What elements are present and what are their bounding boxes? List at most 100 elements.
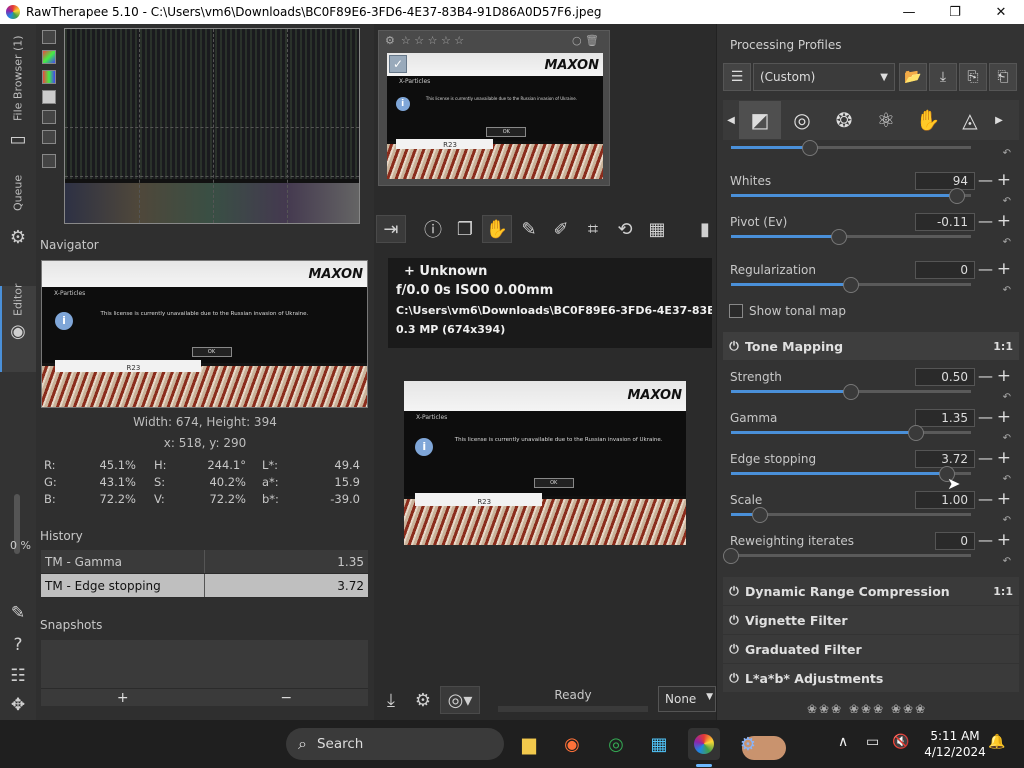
remove-snapshot-button[interactable]: −	[205, 689, 369, 706]
maximize-button[interactable]: ❐	[932, 0, 978, 24]
reset-icon[interactable]: ↶	[1003, 515, 1011, 526]
trash-icon[interactable]: ○ 🗑	[572, 34, 599, 47]
tab-raw[interactable]: ◬	[949, 101, 991, 139]
preferences-icon[interactable]: ☷	[7, 665, 29, 687]
decrease-button[interactable]: —	[978, 449, 993, 467]
histogram-raw-icon[interactable]	[42, 30, 56, 44]
reweighting-slider[interactable]	[723, 548, 971, 564]
chevron-right-icon[interactable]: ▶	[991, 101, 1007, 139]
crop-icon[interactable]: ⌗	[578, 215, 608, 243]
queue-gear-icon[interactable]: ⚙	[408, 686, 438, 714]
strength-value[interactable]: 0.50	[915, 368, 975, 386]
perspective-icon[interactable]: ▦	[642, 215, 672, 243]
highlights-slider[interactable]	[731, 140, 971, 156]
decrease-button[interactable]: —	[978, 212, 993, 230]
settings-gear-icon[interactable]: ⚙	[732, 728, 764, 760]
decrease-button[interactable]: —	[978, 408, 993, 426]
slider-knob[interactable]	[802, 140, 819, 156]
whites-slider[interactable]	[731, 188, 971, 204]
network-icon[interactable]: ▭	[866, 734, 879, 750]
reset-icon[interactable]: ↶	[1003, 474, 1011, 485]
power-icon[interactable]: ⏻	[723, 671, 745, 686]
increase-button[interactable]: +	[997, 211, 1011, 231]
decrease-button[interactable]: —	[978, 171, 993, 189]
tab-file-browser[interactable]: File Browser (1)	[4, 32, 32, 124]
reset-icon[interactable]: ↶	[1003, 392, 1011, 403]
hand-tool-icon[interactable]: ✋	[482, 215, 512, 243]
open-folder-icon[interactable]: 📂	[899, 63, 927, 91]
reset-icon[interactable]: ↶	[1003, 285, 1011, 296]
regularization-slider[interactable]	[731, 277, 971, 293]
profile-list-icon[interactable]: ☰	[723, 63, 751, 91]
pivot-slider[interactable]	[731, 229, 971, 245]
vignette-filter-header[interactable]: ⏻ Vignette Filter	[723, 606, 1019, 634]
increase-button[interactable]: +	[997, 530, 1011, 550]
history-item-selected[interactable]: TM - Edge stopping 3.72	[41, 574, 368, 598]
panel-toggle-icon[interactable]: ▮	[696, 215, 714, 243]
filmstrip-thumbnail[interactable]: ⚙ ☆ ☆ ☆ ☆ ☆ ○ 🗑 MAXON X-Particles This l…	[378, 30, 610, 186]
history-item[interactable]: TM - Gamma 1.35	[41, 550, 368, 574]
tab-transform[interactable]: ✋	[907, 101, 949, 139]
tab-queue[interactable]: Queue	[4, 168, 32, 218]
folder-icon[interactable]: ▭	[7, 128, 29, 150]
tab-exposure[interactable]: ◩	[739, 101, 781, 139]
strength-slider[interactable]	[731, 384, 971, 400]
external-editor-icon[interactable]: ◎▾	[440, 686, 480, 714]
rating-stars[interactable]: ☆ ☆ ☆ ☆ ☆	[401, 34, 464, 47]
help-icon[interactable]: ?	[7, 634, 29, 656]
histogram-bar-icon[interactable]	[42, 154, 56, 168]
decrease-button[interactable]: —	[978, 531, 993, 549]
store-icon[interactable]: ▦	[643, 728, 675, 760]
power-icon[interactable]: ⏻	[723, 613, 745, 628]
gamma-slider[interactable]	[731, 425, 971, 441]
gear-icon[interactable]: ⚙	[7, 226, 29, 248]
regularization-value[interactable]: 0	[915, 261, 975, 279]
profile-select[interactable]: (Custom) ▼	[753, 63, 895, 91]
decrease-button[interactable]: —	[978, 367, 993, 385]
tab-details[interactable]: ◎	[781, 101, 823, 139]
save-icon[interactable]: ⤓	[376, 686, 406, 714]
tab-editor[interactable]: Editor	[4, 274, 32, 326]
histogram-chroma-icon[interactable]	[42, 110, 56, 124]
output-profile-select[interactable]: None ▼	[658, 686, 716, 712]
reset-icon[interactable]: ↶	[1003, 196, 1011, 207]
reset-icon[interactable]: ↶	[1003, 148, 1011, 159]
hide-panel-icon[interactable]: ⇥	[376, 215, 406, 243]
increase-button[interactable]: +	[997, 366, 1011, 386]
decrease-button[interactable]: —	[978, 260, 993, 278]
navigator-preview[interactable]: MAXON X-Particles This license is curren…	[41, 260, 368, 408]
reset-icon[interactable]: ↶	[1003, 237, 1011, 248]
increase-button[interactable]: +	[997, 259, 1011, 279]
white-balance-picker-icon[interactable]: ✎	[514, 215, 544, 243]
histogram-rgb-icon[interactable]	[42, 50, 56, 64]
tone-mapping-header[interactable]: ⏻ Tone Mapping 1:1	[723, 332, 1019, 360]
histogram[interactable]	[64, 28, 360, 224]
increase-button[interactable]: +	[997, 170, 1011, 190]
whites-value[interactable]: 94	[915, 172, 975, 190]
chevron-up-icon[interactable]: ∧	[838, 734, 848, 750]
power-icon[interactable]: ⏻	[723, 584, 745, 599]
chevron-left-icon[interactable]: ◀	[723, 101, 739, 139]
power-icon[interactable]: ⏻	[723, 642, 745, 657]
gamma-value[interactable]: 1.35	[915, 409, 975, 427]
before-after-icon[interactable]: ❐	[450, 215, 480, 243]
paste-profile-icon[interactable]: ⎗	[989, 63, 1017, 91]
color-picker-tool-icon[interactable]: ✐	[546, 215, 576, 243]
close-button[interactable]: ✕	[978, 0, 1024, 24]
scale-value[interactable]: 1.00	[915, 491, 975, 509]
gear-icon[interactable]: ⚙	[385, 34, 395, 47]
reset-icon[interactable]: ↶	[1003, 433, 1011, 444]
tab-color[interactable]: ❂	[823, 101, 865, 139]
histogram-scope-icon[interactable]	[42, 130, 56, 144]
show-tonal-map-row[interactable]: Show tonal map	[729, 304, 846, 318]
tab-advanced[interactable]: ⚛	[865, 101, 907, 139]
volume-muted-icon[interactable]: 🔇	[892, 734, 909, 750]
edge-stopping-slider[interactable]	[731, 466, 971, 482]
filmstrip-image[interactable]: MAXON X-Particles This license is curren…	[387, 53, 603, 179]
power-icon[interactable]: ⏻	[723, 339, 745, 354]
add-snapshot-button[interactable]: +	[41, 689, 205, 706]
increase-button[interactable]: +	[997, 407, 1011, 427]
taskbar-clock[interactable]: 5:11 AM 4/12/2024	[920, 728, 990, 760]
show-tonal-map-checkbox[interactable]	[729, 304, 743, 318]
decrease-button[interactable]: —	[978, 490, 993, 508]
